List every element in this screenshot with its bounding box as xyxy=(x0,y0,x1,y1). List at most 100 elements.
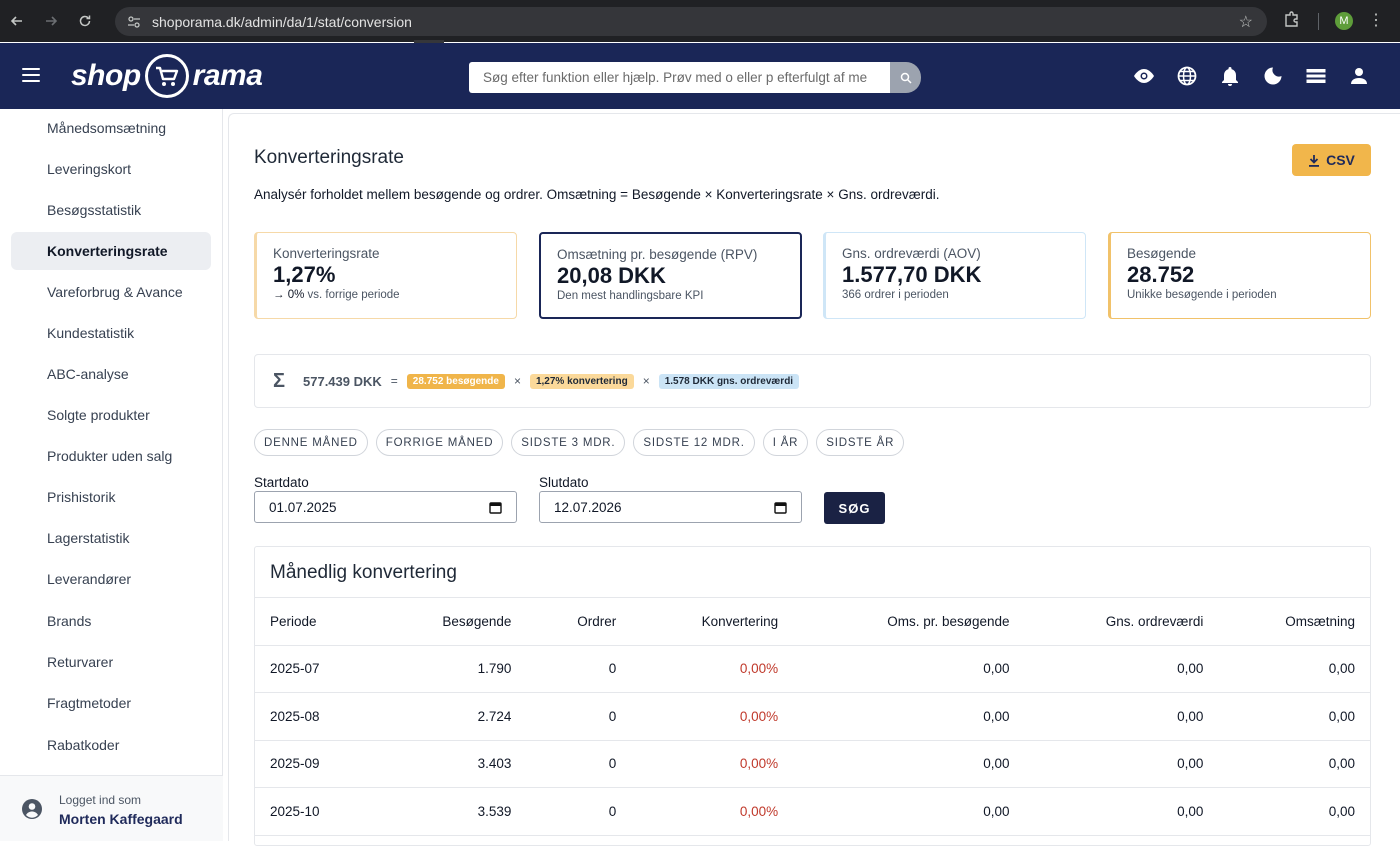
preset-this-year[interactable]: I ÅR xyxy=(762,429,809,456)
sigma-icon: Σ xyxy=(273,369,286,392)
forward-icon[interactable] xyxy=(34,0,68,42)
sidebar-item-returvarer[interactable]: Returvarer xyxy=(11,643,211,681)
cell-aov: 0,00 xyxy=(1024,645,1219,693)
kpi-visitors: Besøgende 28.752 Unikke besøgende i peri… xyxy=(1108,232,1371,319)
sidebar-item-leveringskort[interactable]: Leveringskort xyxy=(11,150,211,188)
extensions-icon[interactable] xyxy=(1280,10,1304,32)
cell-orders: 0 xyxy=(526,740,632,788)
preset-last-year[interactable]: SIDSTE ÅR xyxy=(816,429,905,456)
sidebar-item-vareforbrug[interactable]: Vareforbrug & Avance xyxy=(11,273,211,311)
cell-rpv: 0,00 xyxy=(793,692,1025,741)
formula-aov-chip: 1.578 DKK gns. ordreværdi xyxy=(658,373,800,389)
monthly-conversion-table: Månedlig konvertering Periode Besøgende … xyxy=(254,546,1371,846)
calendar-icon[interactable] xyxy=(489,501,502,514)
cell-orders: 0 xyxy=(526,645,632,693)
csv-download-button[interactable]: CSV xyxy=(1292,144,1371,176)
toolbar-separator xyxy=(1318,13,1319,30)
globe-icon[interactable] xyxy=(1176,65,1198,87)
cell-visitors: 3.403 xyxy=(375,740,527,788)
bell-icon[interactable] xyxy=(1219,65,1241,87)
kpi-value: 20,08 DKK xyxy=(557,263,666,288)
data-table: Periode Besøgende Ordrer Konvertering Om… xyxy=(255,598,1370,836)
back-icon[interactable] xyxy=(0,0,34,42)
sidebar-item-fragtmetoder[interactable]: Fragtmetoder xyxy=(11,684,211,722)
card-icon[interactable] xyxy=(1305,65,1327,87)
calendar-icon[interactable] xyxy=(774,501,787,514)
sidebar-item-leverandoerer[interactable]: Leverandører xyxy=(11,560,211,598)
column-header[interactable]: Omsætning xyxy=(1218,598,1370,646)
column-header[interactable]: Gns. ordreværdi xyxy=(1024,598,1219,646)
column-header[interactable]: Konvertering xyxy=(631,598,794,646)
site-settings-icon[interactable] xyxy=(119,15,149,29)
sidebar-item-kundestatistik[interactable]: Kundestatistik xyxy=(11,314,211,352)
account-circle-icon xyxy=(22,799,42,819)
shoporama-logo[interactable]: shop rama xyxy=(71,52,263,100)
sidebar-item-abc-analyse[interactable]: ABC-analyse xyxy=(11,355,211,393)
column-header[interactable]: Ordrer xyxy=(526,598,632,646)
kpi-trend: → 0% xyxy=(273,289,305,301)
kpi-value: 1.577,70 DKK xyxy=(842,262,982,287)
cell-revenue: 0,00 xyxy=(1218,692,1370,741)
cell-visitors: 3.539 xyxy=(375,787,527,836)
column-header[interactable]: Periode xyxy=(255,598,376,646)
bookmark-star-icon[interactable]: ☆ xyxy=(1239,12,1253,32)
global-search xyxy=(469,62,921,93)
formula-times: × xyxy=(513,374,521,388)
cell-conversion: 0,00% xyxy=(631,740,794,788)
logged-in-user[interactable]: Logget ind som Morten Kaffegaard xyxy=(0,775,223,841)
kpi-label: Besøgende xyxy=(1127,246,1197,261)
sidebar-item-lagerstatistik[interactable]: Lagerstatistik xyxy=(11,519,211,557)
sidebar-item-produkter-uden-salg[interactable]: Produkter uden salg xyxy=(11,437,211,475)
revenue-formula: Σ 577.439 DKK = 28.752 besøgende × 1,27%… xyxy=(254,354,1371,408)
end-date-input[interactable]: 12.07.2026 xyxy=(539,491,802,523)
end-date-value: 12.07.2026 xyxy=(554,499,622,515)
kpi-value: 1,27% xyxy=(273,262,336,287)
preset-this-month[interactable]: DENNE MÅNED xyxy=(254,429,368,456)
page-description: Analysér forholdet mellem besøgende og o… xyxy=(254,187,940,202)
reload-icon[interactable] xyxy=(68,0,102,42)
kpi-label: Omsætning pr. besøgende (RPV) xyxy=(557,247,758,262)
preset-last-12-months[interactable]: SIDSTE 12 MDR. xyxy=(633,429,755,456)
start-date-input[interactable]: 01.07.2025 xyxy=(254,491,517,523)
search-submit-button[interactable]: SØG xyxy=(824,492,885,524)
cell-orders: 0 xyxy=(526,787,632,836)
browser-menu-icon[interactable]: ⋮ xyxy=(1368,10,1384,30)
sidebar-item-maanedsomsaetning[interactable]: Månedsomsætning xyxy=(11,109,211,147)
sidebar-item-brands[interactable]: Brands xyxy=(11,602,211,640)
sidebar-item-rabatkoder[interactable]: Rabatkoder xyxy=(11,726,211,764)
cell-rpv: 0,00 xyxy=(793,787,1025,836)
formula-conversion-chip: 1,27% konvertering xyxy=(529,373,634,389)
kpi-average-order-value: Gns. ordreværdi (AOV) 1.577,70 DKK 366 o… xyxy=(823,232,1086,319)
page-title: Konverteringsrate xyxy=(254,147,404,168)
eye-icon[interactable] xyxy=(1133,65,1155,87)
kpi-sub: Unikke besøgende i perioden xyxy=(1127,289,1277,301)
table-row: 2025-08 2.724 0 0,00% 0,00 0,00 0,00 xyxy=(255,692,1370,741)
formula-times: × xyxy=(642,374,650,388)
column-header[interactable]: Oms. pr. besøgende xyxy=(793,598,1025,646)
sidebar-item-prishistorik[interactable]: Prishistorik xyxy=(11,478,211,516)
cell-aov: 0,00 xyxy=(1024,740,1219,788)
search-button[interactable] xyxy=(890,62,921,93)
moon-icon[interactable] xyxy=(1262,65,1284,87)
cell-orders: 0 xyxy=(526,692,632,741)
formula-total: 577.439 DKK xyxy=(303,373,382,389)
kpi-sub: 366 ordrer i perioden xyxy=(842,289,949,301)
preset-last-month[interactable]: FORRIGE MÅNED xyxy=(375,429,504,456)
preset-last-3-months[interactable]: SIDSTE 3 MDR. xyxy=(511,429,626,456)
logo-text-left: shop xyxy=(71,59,141,92)
column-header[interactable]: Besøgende xyxy=(375,598,527,646)
kpi-sub-text: vs. forrige periode xyxy=(307,289,400,301)
user-icon[interactable] xyxy=(1348,65,1370,87)
formula-equals: = xyxy=(390,374,398,388)
hamburger-menu-icon[interactable] xyxy=(22,68,42,84)
url-text[interactable]: shoporama.dk/admin/da/1/stat/conversion xyxy=(152,14,412,30)
sidebar-item-solgte-produkter[interactable]: Solgte produkter xyxy=(11,396,211,434)
user-name: Morten Kaffegaard xyxy=(59,811,183,827)
sidebar-item-konverteringsrate[interactable]: Konverteringsrate xyxy=(11,232,211,270)
profile-avatar[interactable]: M xyxy=(1335,12,1353,30)
sidebar-item-besoegsstatistik[interactable]: Besøgsstatistik xyxy=(11,191,211,229)
table-row: 2025-10 3.539 0 0,00% 0,00 0,00 0,00 xyxy=(255,787,1370,836)
cell-period: 2025-09 xyxy=(255,740,376,788)
address-bar[interactable]: shoporama.dk/admin/da/1/stat/conversion … xyxy=(115,7,1267,36)
search-input[interactable] xyxy=(469,62,890,93)
